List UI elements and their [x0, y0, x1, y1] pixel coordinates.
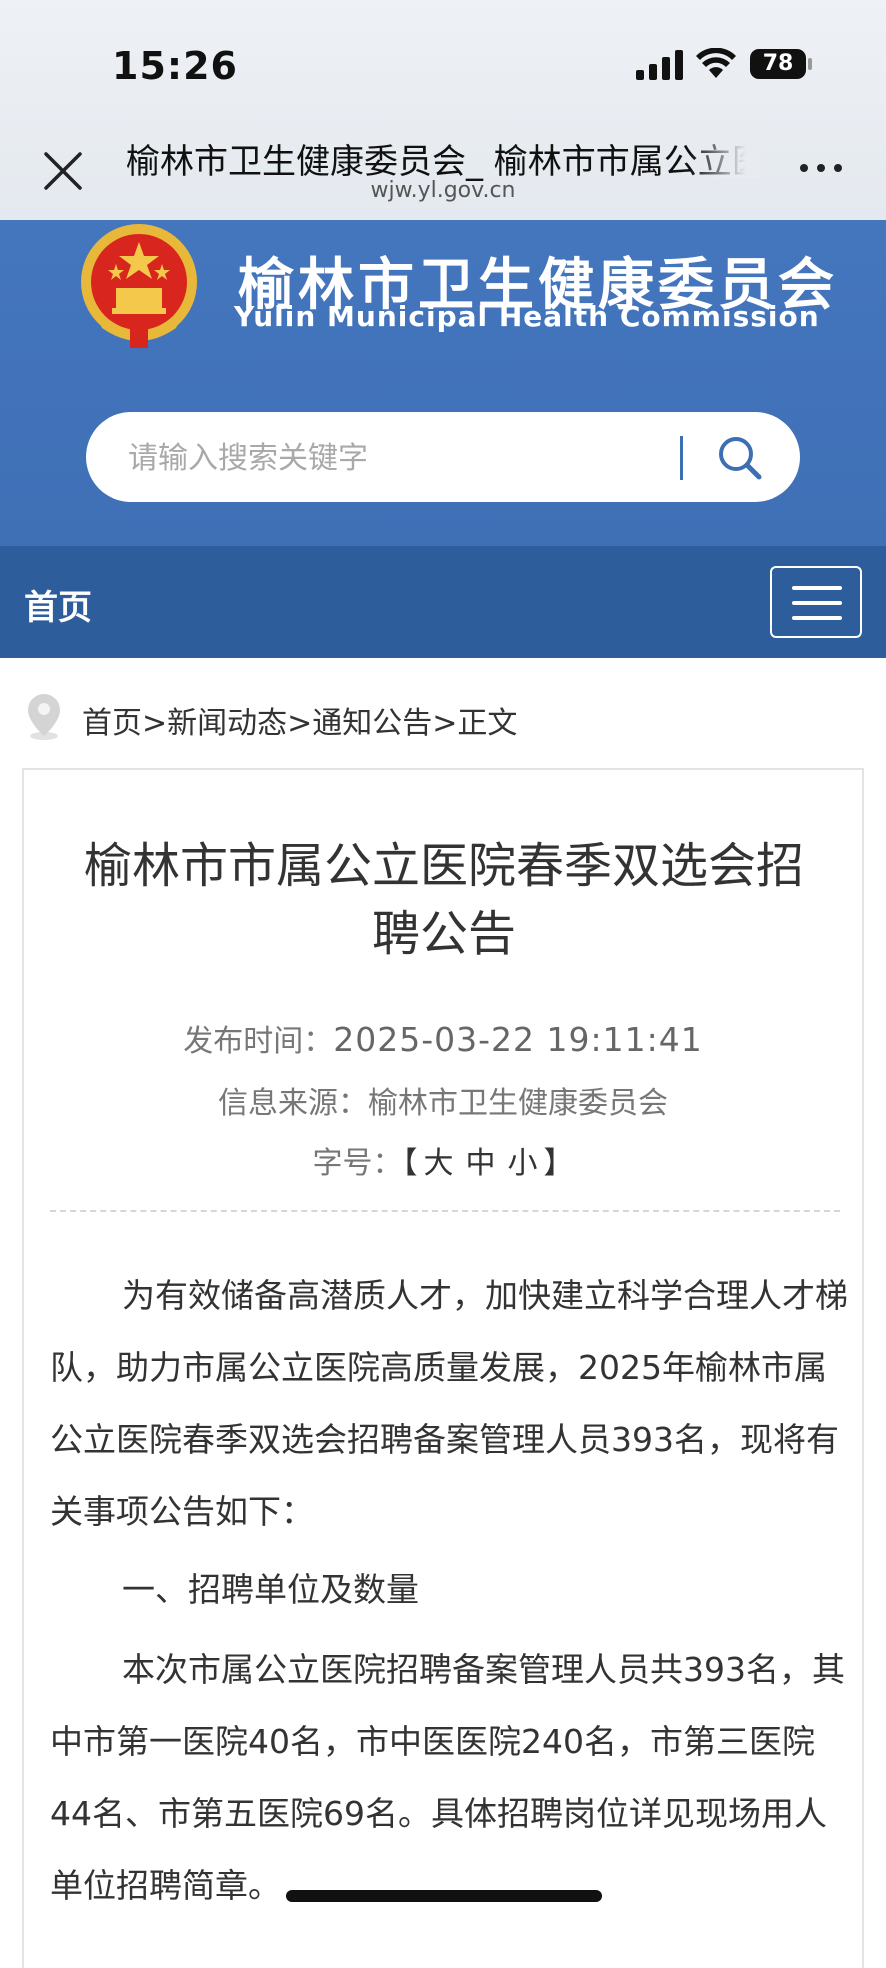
breadcrumb-separator: > [142, 706, 168, 741]
breadcrumb-item-home[interactable]: 首页 [82, 706, 142, 741]
cellular-signal-icon [636, 50, 683, 80]
font-size-control: 字号：【大中小】 [24, 1138, 862, 1182]
browser-page-title: 榆林市卫生健康委员会_ 榆林市市属公立医院春季双选会招聘公告 [126, 142, 756, 182]
font-size-label: 字号： [312, 1146, 403, 1181]
breadcrumb-links: 首页>新闻动态>通知公告>正文 [82, 698, 517, 742]
breadcrumb-item-notices[interactable]: 通知公告 [312, 706, 432, 741]
breadcrumb-item-news[interactable]: 新闻动态 [167, 706, 287, 741]
source-label: 信息来源： [218, 1086, 368, 1121]
search-input[interactable] [126, 432, 710, 484]
breadcrumb-separator: > [432, 706, 458, 741]
font-bracket-open: 【 [402, 1146, 418, 1181]
paragraph-recruitment: 本次市属公立医院招聘备案管理人员共393名，其中市第一医院40名，市中医医院24… [50, 1650, 845, 1905]
publish-info: 发布时间：2025-03-22 19:11:41 [24, 1016, 862, 1060]
menu-icon[interactable] [770, 566, 862, 638]
national-emblem-icon [81, 224, 197, 348]
battery-tip [808, 58, 812, 70]
nav-home-link[interactable]: 首页 [24, 580, 92, 629]
breadcrumb-separator: > [287, 706, 313, 741]
article-title: 榆林市市属公立医院春季双选会招聘公告 [83, 838, 804, 962]
section-heading: 一、招聘单位及数量 [122, 1570, 419, 1609]
font-bracket-close: 】 [543, 1146, 574, 1181]
source-value: 榆林市卫生健康委员会 [368, 1086, 668, 1121]
search-icon[interactable] [712, 430, 768, 486]
main-nav: 首页 [0, 546, 886, 658]
search-divider [680, 436, 683, 480]
publish-time: 2025-03-22 19:11:41 [333, 1020, 703, 1059]
location-pin-icon [28, 694, 60, 740]
font-size-large[interactable]: 大 [424, 1146, 454, 1181]
font-size-medium[interactable]: 中 [466, 1146, 496, 1181]
browser-url: wjw.yl.gov.cn [370, 178, 516, 203]
more-options-icon[interactable] [796, 152, 846, 182]
font-size-small[interactable]: 小 [508, 1146, 538, 1181]
source-info: 信息来源：榆林市卫生健康委员会 [24, 1078, 862, 1122]
divider [50, 1210, 840, 1212]
home-indicator [286, 1890, 602, 1902]
wifi-icon [696, 48, 736, 78]
browser-top-bar: 15:26 78 榆林市卫生健康委员会_ 榆林市市属公立医院春季双选会招聘公告 … [0, 0, 886, 220]
breadcrumb-item-current: 正文 [457, 706, 518, 741]
status-time: 15:26 [112, 44, 238, 88]
title-fade [690, 128, 760, 178]
paragraph-intro: 为有效储备高潜质人才，加快建立科学合理人才梯队，助力市属公立医院高质量发展，20… [50, 1276, 848, 1531]
article-container: 榆林市市属公立医院春季双选会招聘公告 发布时间：2025-03-22 19:11… [22, 768, 864, 1968]
battery-indicator: 78 [750, 49, 806, 79]
site-header: 榆林市卫生健康委员会 Yulin Municipal Health Commis… [0, 220, 886, 546]
publish-label: 发布时间： [183, 1024, 334, 1059]
site-title-en: Yulin Municipal Health Commission [234, 300, 820, 333]
search-box [86, 412, 800, 502]
